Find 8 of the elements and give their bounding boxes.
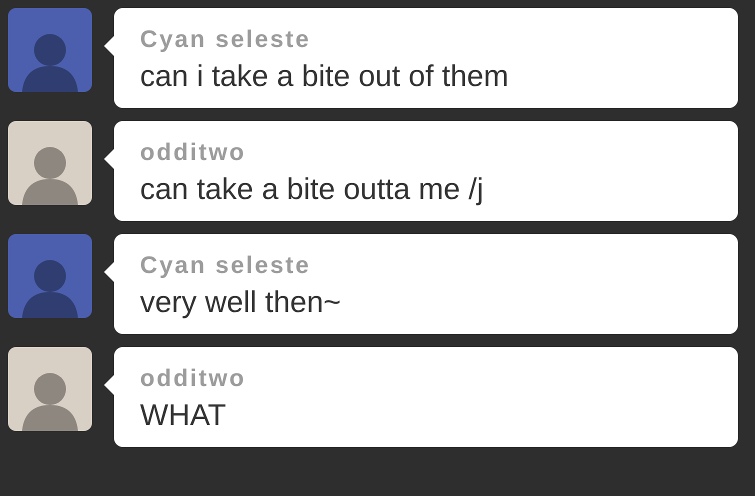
author-name: odditwo	[140, 365, 247, 393]
author-name: Cyan seleste	[140, 26, 312, 54]
author-name: odditwo	[140, 139, 247, 167]
message-text: WHAT	[140, 399, 228, 433]
message-text: can i take a bite out of them	[140, 60, 510, 94]
author-name: Cyan seleste	[140, 252, 312, 280]
message-text: very well then~	[140, 286, 342, 320]
message-text: can take a bite outta me /j	[140, 173, 485, 207]
